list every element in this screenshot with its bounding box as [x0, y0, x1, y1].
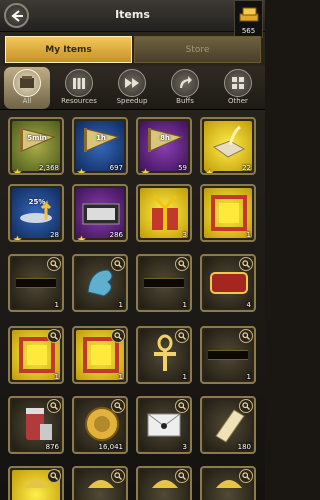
top-bar: Items 565: [0, 0, 265, 38]
inspect-icon[interactable]: [111, 257, 125, 271]
item-slot-partial-d[interactable]: [200, 466, 256, 500]
item-count: 1: [118, 373, 123, 381]
item-grid: 5min 2,368 1h 697 8h 59 22 25% 28 286 3 1 1 1 1 4 1 1 1 1 87…: [0, 112, 265, 500]
item-slot-nameplate-black[interactable]: 1: [8, 254, 64, 312]
category-resources[interactable]: [65, 69, 93, 97]
items-screen: Items 565 My Items Store All Resources S…: [0, 0, 265, 500]
arrow-up-icon: [180, 76, 192, 88]
item-count: 4: [246, 301, 251, 309]
item-slot-ankh-crest[interactable]: 1: [136, 326, 192, 384]
inspect-icon[interactable]: [111, 399, 125, 413]
inspect-icon[interactable]: [47, 329, 61, 343]
item-slot-wave-crest[interactable]: 1: [72, 254, 128, 312]
nameplate-icon: [16, 278, 56, 288]
inspect-icon[interactable]: [111, 469, 125, 483]
fast-forward-icon: [125, 78, 139, 88]
tiles-icon: [232, 77, 244, 89]
speedup-duration-label: 1h: [96, 134, 106, 142]
item-slot-speedup-8h[interactable]: 8h 59: [136, 117, 192, 175]
item-count: 1: [246, 231, 251, 239]
item-slot-nameplate-dark[interactable]: 1: [136, 254, 192, 312]
resources-icon: [73, 78, 85, 89]
inspect-icon[interactable]: [175, 469, 189, 483]
item-count: 28: [50, 231, 59, 239]
item-count: 1: [54, 301, 59, 309]
category-bar: All Resources Speedup Buffs Other: [0, 66, 265, 110]
item-slot-partial-a[interactable]: [8, 466, 64, 500]
star-icon: [12, 162, 23, 173]
item-slot-teleport-map[interactable]: 22: [200, 117, 256, 175]
item-slot-gather-boost[interactable]: 25% 28: [8, 184, 64, 242]
item-count: 22: [242, 164, 251, 172]
star-icon: [204, 162, 215, 173]
category-other-label: Other: [228, 97, 248, 105]
item-slot-briefcase[interactable]: 286: [72, 184, 128, 242]
item-count: 16,041: [98, 443, 124, 451]
star-icon: [12, 229, 23, 240]
gold-bars-icon: [239, 7, 259, 22]
category-buffs[interactable]: [171, 69, 199, 97]
item-slot-speedup-1h[interactable]: 1h 697: [72, 117, 128, 175]
item-slot-nameplate-ornate[interactable]: 1: [200, 326, 256, 384]
item-slot-speedup-5min[interactable]: 5min 2,368: [8, 117, 64, 175]
inspect-icon[interactable]: [47, 469, 61, 483]
item-count: 876: [45, 443, 59, 451]
item-slot-supply-jar[interactable]: 876: [8, 396, 64, 454]
item-slot-tablet-red[interactable]: 4: [200, 254, 256, 312]
item-slot-scroll[interactable]: 180: [200, 396, 256, 454]
item-count: 1: [118, 301, 123, 309]
item-count: 1: [246, 373, 251, 381]
item-slot-envelope[interactable]: 3: [136, 396, 192, 454]
inspect-icon[interactable]: [239, 469, 253, 483]
inspect-icon[interactable]: [175, 257, 189, 271]
item-count: 286: [109, 231, 123, 239]
star-icon: [140, 162, 151, 173]
category-other[interactable]: [224, 69, 252, 97]
inspect-icon[interactable]: [175, 329, 189, 343]
grid-icon: [20, 76, 34, 88]
item-count: 2,368: [38, 164, 59, 172]
inspect-icon[interactable]: [239, 329, 253, 343]
inspect-icon[interactable]: [47, 399, 61, 413]
inspect-icon[interactable]: [111, 329, 125, 343]
category-all[interactable]: [13, 69, 41, 97]
item-slot-partial-b[interactable]: [72, 466, 128, 500]
item-count: 1: [54, 373, 59, 381]
item-slot-frame-roses[interactable]: 1: [8, 326, 64, 384]
category-all-label: All: [22, 97, 32, 105]
item-slot-frame-vines[interactable]: 1: [72, 326, 128, 384]
category-speedup-label: Speedup: [116, 97, 148, 105]
speedup-duration-label: 5min: [27, 134, 47, 142]
item-count: 180: [237, 443, 251, 451]
inspect-icon[interactable]: [175, 399, 189, 413]
nameplate-icon: [208, 350, 248, 360]
item-count: 1: [182, 301, 187, 309]
tab-bar: My Items Store: [0, 34, 265, 64]
inspect-icon[interactable]: [239, 257, 253, 271]
item-slot-frame-red[interactable]: 1: [200, 184, 256, 242]
item-count: 3: [182, 231, 187, 239]
tab-store[interactable]: Store: [134, 36, 261, 63]
gold-balance[interactable]: 565: [234, 0, 263, 38]
item-slot-partial-c[interactable]: [136, 466, 192, 500]
inspect-icon[interactable]: [47, 257, 61, 271]
tab-my-items[interactable]: My Items: [5, 36, 132, 63]
star-icon: [76, 229, 87, 240]
category-buffs-label: Buffs: [176, 97, 194, 105]
page-title: Items: [115, 8, 150, 21]
item-count: 697: [109, 164, 123, 172]
item-count: 59: [178, 164, 187, 172]
item-count: 3: [182, 443, 187, 451]
category-speedup[interactable]: [118, 69, 146, 97]
speedup-duration-label: 8h: [160, 134, 170, 142]
star-icon: [76, 162, 87, 173]
item-slot-gift-box[interactable]: 3: [136, 184, 192, 242]
category-resources-label: Resources: [61, 97, 97, 105]
boost-percent-label: 25%: [28, 198, 46, 206]
nameplate-icon: [144, 278, 184, 288]
item-slot-gold-medal[interactable]: 16,041: [72, 396, 128, 454]
inspect-icon[interactable]: [239, 399, 253, 413]
item-count: 1: [182, 373, 187, 381]
